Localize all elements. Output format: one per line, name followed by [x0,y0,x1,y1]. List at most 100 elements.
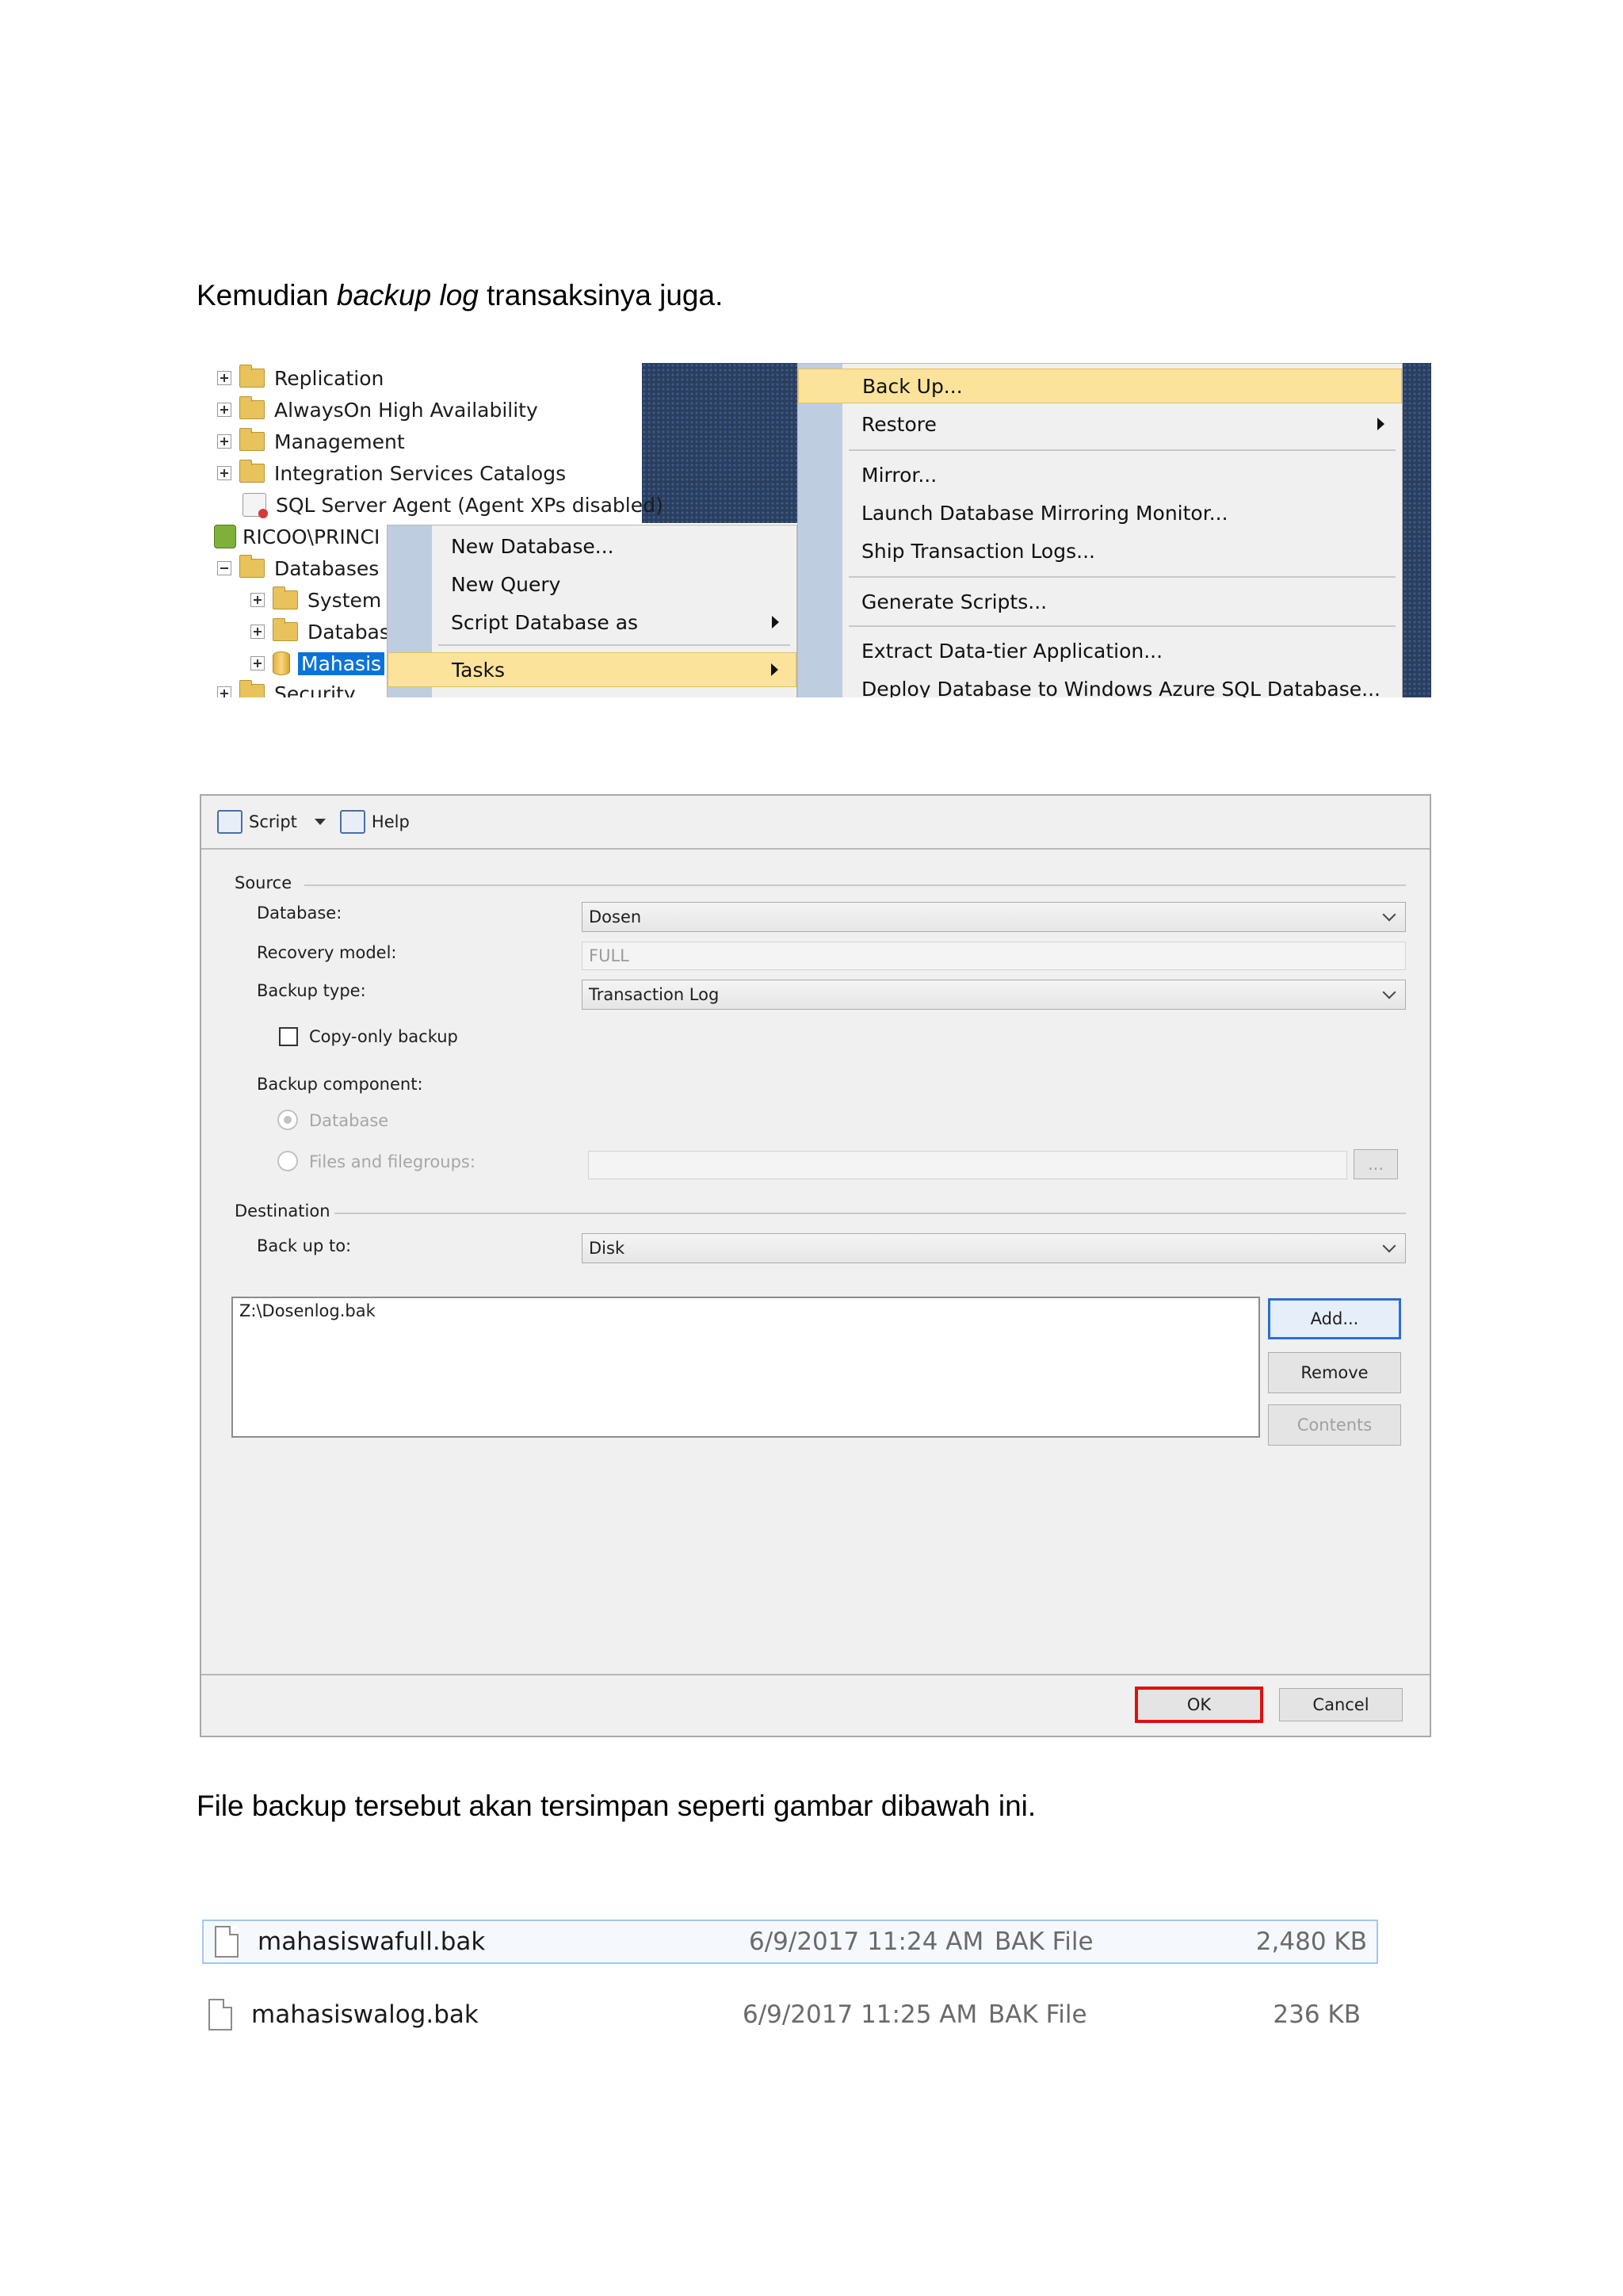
tree-item-server[interactable]: RICOO\PRINCI [214,521,380,552]
menu-separator [849,625,1396,627]
menu-item-label: Mirror... [861,463,938,487]
source-section-title: Source [235,873,292,892]
backup-type-label: Backup type: [257,981,366,1000]
menu-item-launch-mirroring-monitor[interactable]: Launch Database Mirroring Monitor... [798,495,1402,530]
script-button[interactable]: Script [217,810,297,834]
tree-item-integration-services[interactable]: Integration Services Catalogs [217,458,566,488]
radio-files-filegroups[interactable] [277,1151,298,1171]
object-explorer-screenshot: Replication AlwaysOn High Availability M… [208,363,1431,697]
menu-item-mirror[interactable]: Mirror... [798,457,1402,492]
paragraph-1-suffix: transaksinya juga. [478,279,724,311]
help-button[interactable]: Help [339,810,410,834]
server-icon [214,525,236,548]
file-row[interactable]: mahasiswafull.bak 6/9/2017 11:24 AM BAK … [202,1920,1378,1964]
chevron-down-icon [1382,907,1396,922]
folder-icon [273,618,298,641]
back-up-to-label: Back up to: [257,1236,352,1255]
menu-item-generate-scripts[interactable]: Generate Scripts... [798,584,1402,619]
remove-button[interactable]: Remove [1268,1352,1401,1393]
file-size: 2,480 KB [1255,1927,1367,1956]
backup-component-label: Backup component: [257,1075,423,1094]
tree-item-system-databases[interactable]: System [250,585,381,615]
tree-item-label: RICOO\PRINCI [242,525,380,548]
browse-files-button[interactable]: ... [1354,1149,1398,1179]
menu-item-label: Back Up... [862,374,963,398]
radio-database[interactable] [277,1110,298,1130]
menu-item-label: Generate Scripts... [861,590,1048,613]
tree-item-sql-agent[interactable]: SQL Server Agent (Agent XPs disabled) [242,490,663,520]
copy-only-label: Copy-only backup [309,1027,458,1046]
destination-section-title: Destination [235,1201,330,1221]
folder-icon [239,680,265,697]
submenu-arrow-icon [771,663,778,676]
menu-item-label: New Database... [451,534,614,558]
file-type: BAK File [995,1927,1094,1956]
folder-icon [273,586,298,609]
file-icon [215,1926,239,1958]
folder-icon [239,428,265,451]
file-date: 6/9/2017 11:24 AM [749,1927,984,1956]
tree-item-security[interactable]: Security [217,678,356,697]
database-icon [273,651,290,675]
background-pattern [642,363,797,523]
submenu-arrow-icon [772,616,779,628]
expand-icon[interactable] [217,466,231,480]
database-select[interactable]: Dosen [582,902,1406,932]
menu-item-label: Extract Data-tier Application... [861,639,1163,663]
expand-icon[interactable] [250,593,265,607]
tasks-submenu: Back Up... Restore Mirror... Launch Data… [797,363,1403,697]
contents-button[interactable]: Contents [1268,1404,1401,1446]
expand-icon[interactable] [217,686,231,697]
expand-icon[interactable] [250,625,265,639]
collapse-icon[interactable] [217,561,231,575]
menu-item-label: Script Database as [451,610,639,634]
ok-button[interactable]: OK [1135,1687,1263,1723]
tree-item-label: Security [274,682,356,698]
back-up-to-select[interactable]: Disk [582,1233,1406,1263]
database-label: Database: [257,904,342,923]
destination-list[interactable]: Z:\Dosenlog.bak [231,1297,1260,1438]
menu-item-script-database-as[interactable]: Script Database as [388,605,796,640]
submenu-arrow-icon [1377,418,1384,430]
tree-item-mahasiswa-db[interactable]: Mahasis [250,648,385,678]
recovery-model-label: Recovery model: [257,943,397,962]
database-select-value: Dosen [589,907,642,926]
expand-icon[interactable] [250,656,265,670]
radio-files-label: Files and filegroups: [309,1152,475,1171]
dialog-footer: OK Cancel [201,1674,1430,1736]
tree-item-replication[interactable]: Replication [217,363,384,393]
backup-type-select[interactable]: Transaction Log [582,980,1406,1010]
file-list: mahasiswafull.bak 6/9/2017 11:24 AM BAK … [202,1916,1383,2043]
cancel-button[interactable]: Cancel [1279,1688,1403,1721]
menu-item-ship-transaction-logs[interactable]: Ship Transaction Logs... [798,533,1402,568]
destination-list-item[interactable]: Z:\Dosenlog.bak [239,1301,1252,1320]
tree-item-label: Integration Services Catalogs [274,461,567,485]
copy-only-checkbox[interactable] [279,1027,298,1046]
script-icon [217,810,242,834]
tree-item-alwayson[interactable]: AlwaysOn High Availability [217,395,538,425]
tree-item-database-snapshots[interactable]: Databas [250,617,390,647]
tree-item-databases[interactable]: Databases [217,553,379,583]
menu-item-new-database[interactable]: New Database... [388,529,796,563]
back-up-to-select-value: Disk [589,1239,625,1258]
add-button[interactable]: Add... [1268,1298,1401,1339]
menu-item-restore[interactable]: Restore [798,407,1402,441]
expand-icon[interactable] [217,434,231,449]
expand-icon[interactable] [217,371,231,385]
folder-icon [239,555,265,578]
menu-item-extract-data-tier[interactable]: Extract Data-tier Application... [798,633,1402,668]
menu-item-tasks[interactable]: Tasks [388,652,796,687]
menu-item-label: Ship Transaction Logs... [861,539,1095,563]
menu-item-back-up[interactable]: Back Up... [798,369,1402,403]
menu-item-deploy-azure[interactable]: Deploy Database to Windows Azure SQL Dat… [798,671,1402,698]
help-label: Help [371,812,410,831]
tree-item-label: AlwaysOn High Availability [274,398,538,422]
tree-item-management[interactable]: Management [217,426,405,457]
script-dropdown-icon[interactable] [314,819,326,825]
menu-separator [849,449,1396,451]
menu-item-label: Tasks [452,658,505,682]
expand-icon[interactable] [217,403,231,417]
menu-item-new-query[interactable]: New Query [388,567,796,602]
file-row[interactable]: mahasiswalog.bak 6/9/2017 11:25 AM BAK F… [202,1992,1378,2037]
agent-icon [242,493,268,518]
